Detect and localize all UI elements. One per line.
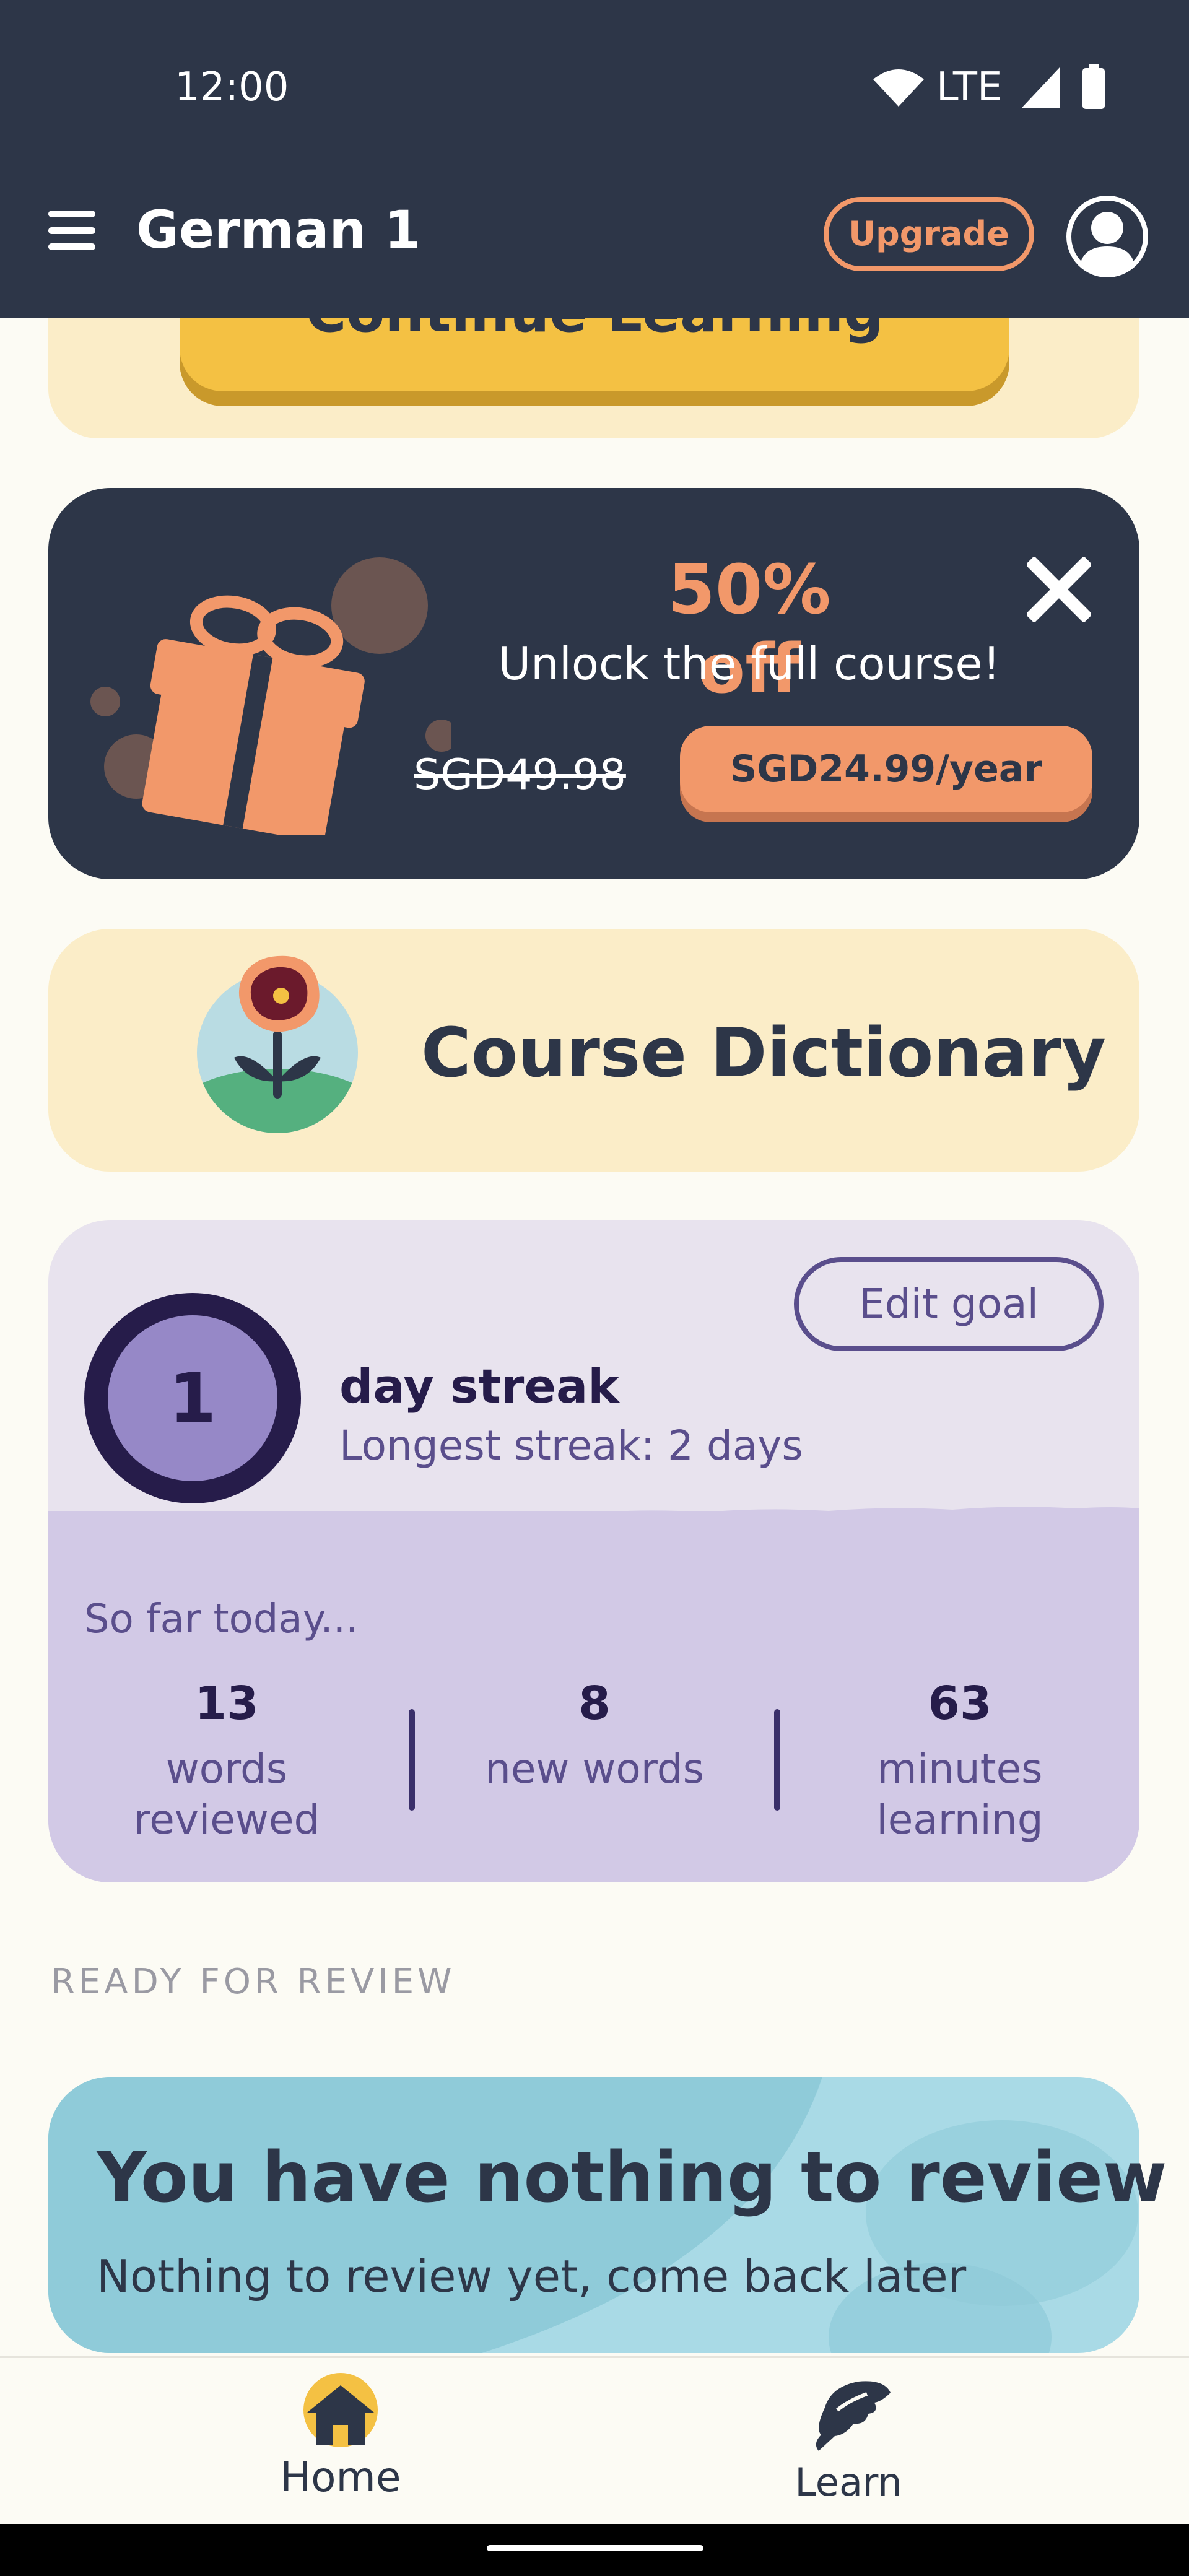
profile-icon[interactable] [1065, 194, 1149, 279]
so-far-today-label: So far today... [84, 1596, 359, 1642]
stat-label: new words [484, 1745, 704, 1793]
stat-minutes-learning: 63 minutes learning [836, 1677, 1084, 1845]
stat-label: learning [876, 1796, 1043, 1843]
app-header: 12:00 LTE German 1 Upgrade [0, 0, 1189, 318]
bottom-navigation [0, 2356, 1189, 2526]
course-dictionary-title: Course Dictionary [421, 1013, 1106, 1092]
streak-label: day streak [339, 1359, 619, 1414]
stat-new-words: 8 new words [471, 1677, 718, 1795]
gift-icon [90, 557, 451, 835]
buy-price-button[interactable]: SGD24.99/year [680, 726, 1092, 812]
flower-icon [197, 955, 358, 1133]
stat-value: 63 [928, 1677, 992, 1730]
stat-value: 13 [194, 1677, 259, 1730]
home-icon[interactable] [301, 2372, 380, 2450]
stat-label: reviewed [133, 1796, 320, 1843]
stat-label: words [165, 1745, 288, 1793]
stat-words-reviewed: 13 words reviewed [103, 1677, 351, 1845]
offer-subtitle: Unlock the full course! [498, 638, 1001, 690]
network-type: LTE [936, 64, 1003, 110]
stat-value: 8 [578, 1677, 611, 1730]
nav-learn-label[interactable]: Learn [756, 2460, 941, 2505]
ready-for-review-heading: READY FOR REVIEW [51, 1962, 456, 2002]
stat-label: minutes [877, 1745, 1043, 1793]
battery-icon [1082, 64, 1105, 109]
edit-goal-button[interactable]: Edit goal [794, 1257, 1104, 1351]
torn-edge-divider [48, 1507, 1139, 1542]
home-gesture-handle[interactable] [487, 2545, 703, 2551]
old-price: SGD49.98 [414, 751, 626, 799]
upgrade-button[interactable]: Upgrade [824, 197, 1034, 271]
status-time: 12:00 [175, 64, 289, 110]
streak-count: 1 [108, 1315, 277, 1481]
review-title: You have nothing to review [97, 2138, 1167, 2218]
wifi-icon [873, 69, 924, 107]
stat-divider [409, 1709, 415, 1811]
nav-home-label[interactable]: Home [248, 2453, 433, 2501]
course-title[interactable]: German 1 [136, 199, 420, 260]
learn-icon[interactable] [806, 2375, 893, 2452]
stat-divider [774, 1709, 780, 1811]
signal-icon [1022, 67, 1060, 108]
close-icon[interactable] [1027, 557, 1091, 622]
menu-icon[interactable] [48, 211, 95, 250]
longest-streak: Longest streak: 2 days [339, 1422, 803, 1469]
review-subtitle: Nothing to review yet, come back later [97, 2250, 967, 2302]
